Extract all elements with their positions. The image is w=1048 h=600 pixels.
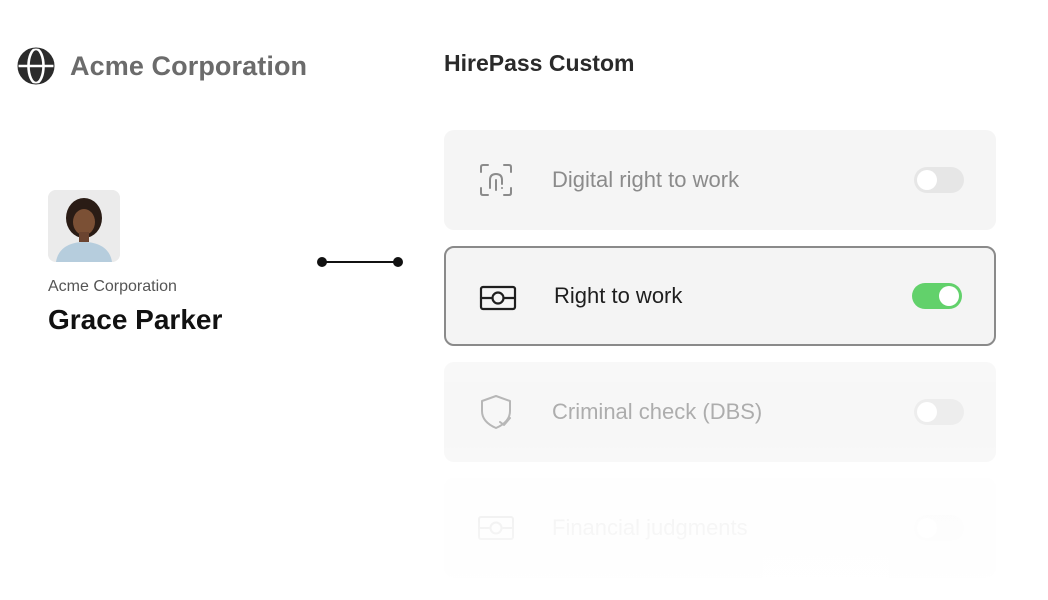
candidate-profile: Acme Corporation Grace Parker: [48, 190, 268, 336]
check-option-digital-right-to-work[interactable]: Digital right to work: [444, 130, 996, 230]
shield-check-icon: [481, 395, 511, 429]
check-label: Criminal check (DBS): [552, 399, 763, 424]
toggle-switch[interactable]: [912, 283, 962, 309]
brand-name: Acme Corporation: [70, 50, 308, 81]
check-label: Financial judgments: [552, 515, 748, 540]
check-option-financial-judgments[interactable]: Financial judgments: [444, 478, 996, 578]
toggle-knob: [917, 402, 937, 422]
globe-icon: [17, 47, 55, 85]
candidate-organization: Acme Corporation: [48, 278, 177, 295]
toggle-switch[interactable]: [914, 167, 964, 193]
toggle-knob: [939, 286, 959, 306]
avatar: [48, 190, 120, 262]
toggle-knob: [917, 170, 937, 190]
toggle-switch[interactable]: [914, 399, 964, 425]
brand-header: Acme Corporation: [16, 46, 307, 86]
candidate-name: Grace Parker: [48, 304, 223, 335]
id-card-icon: [479, 285, 517, 311]
product-title: HirePass Custom: [444, 50, 635, 76]
check-label: Right to work: [554, 283, 683, 308]
fingerprint-scan-icon: [480, 164, 512, 196]
check-option-criminal-check[interactable]: Criminal check (DBS): [444, 362, 996, 462]
toggle-switch[interactable]: [914, 515, 964, 541]
check-label: Digital right to work: [552, 167, 740, 192]
check-option-right-to-work[interactable]: Right to work: [444, 246, 996, 346]
toggle-knob: [917, 518, 937, 538]
connector-line: [317, 257, 403, 267]
card-icon: [478, 516, 514, 540]
